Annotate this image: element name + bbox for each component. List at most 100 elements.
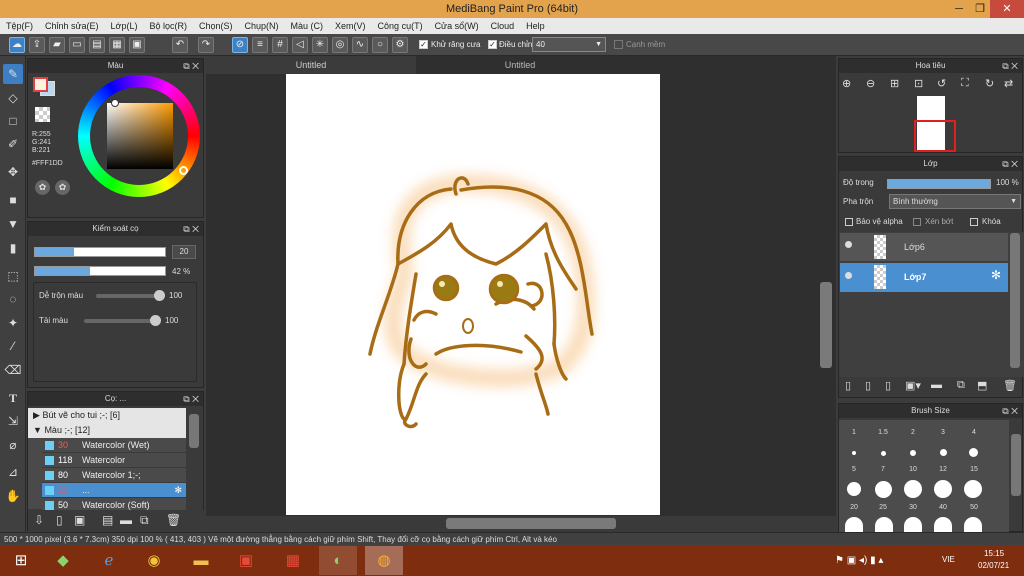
actual-size-icon[interactable]: ⊡ bbox=[914, 77, 923, 90]
chrome-icon[interactable]: ◉ bbox=[135, 546, 173, 575]
eraser-tool-icon[interactable]: ◇ bbox=[3, 88, 23, 108]
select-pen-icon[interactable]: ⁄ bbox=[3, 336, 23, 356]
brush-size-dot[interactable] bbox=[875, 481, 892, 498]
close-icon[interactable]: ⧉ ✕ bbox=[183, 59, 199, 73]
brush-opacity-bar[interactable] bbox=[34, 266, 166, 276]
rotate-right-icon[interactable]: ↻ bbox=[985, 77, 994, 90]
flip-icon[interactable]: ⇄ bbox=[1004, 77, 1013, 90]
brush-size-label[interactable]: 25 bbox=[868, 504, 898, 511]
leaf-app-icon[interactable]: ◐ bbox=[319, 546, 357, 575]
ink-slider[interactable] bbox=[84, 315, 161, 326]
menu-cloud[interactable]: Cloud bbox=[485, 18, 521, 34]
eyedropper-icon[interactable]: ⊿ bbox=[3, 462, 23, 482]
antialias-checkbox[interactable]: ✓ bbox=[419, 40, 428, 49]
brush-size-label[interactable]: 20 bbox=[839, 504, 869, 511]
windows-start-icon[interactable]: ⊞ bbox=[2, 546, 40, 575]
menu-color[interactable]: Màu (C) bbox=[285, 18, 330, 34]
fullscreen-icon[interactable]: ⛶ bbox=[961, 77, 969, 90]
layer-row[interactable]: Lớp6 bbox=[840, 233, 1008, 261]
hand-tool-icon[interactable]: ✋ bbox=[3, 486, 23, 506]
brush-size-dot[interactable] bbox=[934, 517, 952, 532]
tray-icons[interactable]: ⚑ ▣ ◂) ▮ ▴ bbox=[835, 555, 883, 566]
layer-row-selected[interactable]: Lớp7 ✻ bbox=[840, 263, 1008, 292]
settings-icon[interactable]: ⚙ bbox=[392, 37, 408, 53]
brush-size-value[interactable]: 20 bbox=[172, 245, 196, 259]
visibility-icon[interactable] bbox=[845, 272, 852, 279]
grid-doc-icon[interactable]: ▦ bbox=[109, 37, 125, 53]
hue-cursor[interactable] bbox=[179, 166, 188, 175]
brush-size-label[interactable]: 15 bbox=[959, 466, 989, 473]
canvas-vertical-scrollbar[interactable] bbox=[820, 282, 832, 368]
grid-app-icon[interactable]: ▦ bbox=[274, 546, 312, 575]
export-icon[interactable]: ▣ bbox=[129, 37, 145, 53]
close-icon[interactable]: ⧉ ✕ bbox=[183, 392, 199, 406]
brush-size-dot[interactable] bbox=[964, 480, 982, 498]
close-icon[interactable]: ⧉ ✕ bbox=[183, 222, 199, 236]
brush-size-dot[interactable] bbox=[847, 482, 861, 496]
menu-filter[interactable]: Bộ lọc(R) bbox=[143, 18, 193, 34]
visibility-icon[interactable] bbox=[845, 241, 852, 248]
circle-snap-icon[interactable]: ◎ bbox=[332, 37, 348, 53]
minimize-button[interactable]: ─ bbox=[946, 0, 972, 18]
layer-opacity-bar[interactable] bbox=[887, 179, 991, 189]
menu-window[interactable]: Cửa sổ(W) bbox=[429, 18, 485, 34]
chat-icon[interactable]: ▭ bbox=[69, 37, 85, 53]
canvas-horizontal-scrollbar[interactable] bbox=[446, 518, 616, 529]
document-icon[interactable]: ▤ bbox=[89, 37, 105, 53]
brush-size-label[interactable]: 50 bbox=[959, 504, 989, 511]
brush-size-dot[interactable] bbox=[934, 480, 952, 498]
menu-file[interactable]: Tệp(F) bbox=[0, 18, 39, 34]
brush-size-dot[interactable] bbox=[910, 450, 916, 456]
brush-group-row[interactable]: ▼ Màu ;-; [12] bbox=[28, 423, 186, 438]
brush-size-dot[interactable] bbox=[845, 517, 863, 532]
protect-alpha-checkbox[interactable] bbox=[845, 218, 853, 226]
brush-item[interactable]: 30 Watercolor (Wet) bbox=[42, 438, 186, 453]
bucket-tool-icon[interactable]: ▼ bbox=[3, 214, 23, 234]
operation-tool-icon[interactable]: ⇲ bbox=[3, 411, 23, 431]
color-picker-cursor[interactable] bbox=[111, 99, 119, 107]
no-snap-icon[interactable]: ⊘ bbox=[232, 37, 248, 53]
brush-item[interactable]: 118 Watercolor bbox=[42, 453, 186, 468]
select-rect-icon[interactable]: ⬚ bbox=[3, 266, 23, 286]
menu-help[interactable]: Help bbox=[520, 18, 551, 34]
menu-select[interactable]: Chọn(S) bbox=[193, 18, 239, 34]
gradient-tool-icon[interactable]: ▮ bbox=[3, 238, 23, 258]
new-color-layer-icon[interactable]: ▯ bbox=[865, 379, 871, 392]
trash-icon[interactable]: 🗑 bbox=[166, 513, 181, 527]
vanish-snap-icon[interactable]: ◁ bbox=[292, 37, 308, 53]
duplicate-icon[interactable]: ⧉ bbox=[140, 513, 149, 528]
fit-icon[interactable]: ⊞ bbox=[890, 77, 899, 90]
undo-icon[interactable]: ↶ bbox=[172, 37, 188, 53]
brush-size-label[interactable]: 4 bbox=[959, 429, 989, 436]
brush-size-label[interactable]: 7 bbox=[868, 466, 898, 473]
add-layer-menu-icon[interactable]: ▣▾ bbox=[905, 379, 921, 392]
trash-icon[interactable]: 🗑 bbox=[1003, 379, 1017, 392]
bluestacks-icon[interactable]: ◆ bbox=[44, 546, 82, 575]
menu-view[interactable]: Xem(V) bbox=[329, 18, 372, 34]
parallel-snap-icon[interactable]: ≡ bbox=[252, 37, 268, 53]
brush-size-dot[interactable] bbox=[969, 448, 978, 457]
brush-size-bar[interactable] bbox=[34, 247, 166, 257]
menu-snap[interactable]: Chụp(N) bbox=[239, 18, 285, 34]
brush-size-scrollbar[interactable] bbox=[1011, 434, 1021, 496]
folder-icon[interactable]: ▬ bbox=[120, 513, 132, 527]
maximize-button[interactable]: ❐ bbox=[970, 0, 990, 18]
menu-tools[interactable]: Công cụ(T) bbox=[372, 18, 429, 34]
brush-size-label[interactable]: 3 bbox=[928, 429, 958, 436]
brush-size-dot[interactable] bbox=[904, 517, 922, 532]
paint-app-icon[interactable]: ▣ bbox=[227, 546, 265, 575]
brush-item-selected[interactable]: 20... ✻ bbox=[42, 483, 186, 498]
brush-size-dot[interactable] bbox=[964, 517, 982, 532]
saturation-square[interactable] bbox=[107, 103, 173, 169]
comment-icon[interactable]: ▰ bbox=[49, 37, 65, 53]
blend-slider-knob[interactable] bbox=[154, 290, 165, 301]
merge-down-icon[interactable]: ⬒ bbox=[977, 379, 987, 392]
brush-size-label[interactable]: 1 bbox=[839, 429, 869, 436]
correction-select[interactable]: 40 ▼ bbox=[532, 37, 606, 52]
brush-size-dot[interactable] bbox=[852, 451, 856, 455]
brush-size-dot[interactable] bbox=[904, 480, 922, 498]
menu-layer[interactable]: Lớp(L) bbox=[105, 18, 144, 34]
cloud-download-icon[interactable]: ⇩ bbox=[34, 513, 44, 527]
radial-snap-icon[interactable]: ✳ bbox=[312, 37, 328, 53]
close-icon[interactable]: ⧉ ✕ bbox=[1002, 404, 1018, 418]
